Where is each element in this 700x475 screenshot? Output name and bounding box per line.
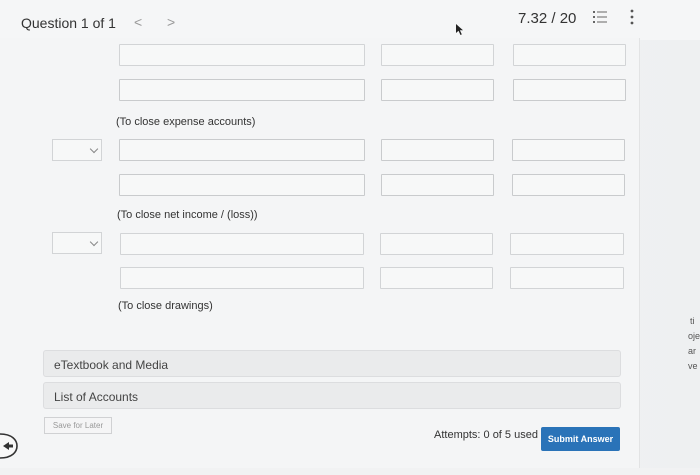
question-header: Question 1 of 1 < > 7.32 / 20 [0, 0, 700, 40]
credit-input[interactable] [513, 79, 626, 101]
date-select[interactable] [52, 139, 102, 161]
score-display: 7.32 / 20 [518, 10, 577, 27]
debit-input[interactable] [381, 79, 494, 101]
page: Question 1 of 1 < > 7.32 / 20 (To close … [0, 0, 700, 475]
chevron-down-icon [89, 144, 99, 154]
submit-answer-button[interactable]: Submit Answer [541, 427, 620, 451]
save-for-later-button[interactable]: Save for Later [44, 417, 112, 434]
account-input[interactable] [119, 139, 365, 161]
credit-input[interactable] [510, 233, 624, 255]
account-input[interactable] [120, 267, 364, 289]
attempts-counter: Attempts: 0 of 5 used [434, 429, 538, 441]
clipped-text-fragment: ti [690, 316, 695, 326]
etextbook-media-link[interactable]: eTextbook and Media [43, 350, 621, 377]
debit-input[interactable] [381, 139, 494, 161]
entry-explanation: (To close net income / (loss)) [117, 209, 258, 221]
entry-explanation: (To close drawings) [118, 300, 213, 312]
next-question-icon[interactable]: > [167, 14, 175, 30]
bottom-bar [0, 468, 700, 475]
account-input[interactable] [119, 174, 365, 196]
credit-input[interactable] [510, 267, 624, 289]
debit-input[interactable] [380, 267, 493, 289]
journal-entry-panel: (To close expense accounts) (To close ne… [0, 38, 640, 468]
entry-explanation: (To close expense accounts) [116, 116, 256, 128]
account-input[interactable] [120, 233, 364, 255]
debit-input[interactable] [380, 233, 493, 255]
list-icon[interactable] [593, 10, 607, 24]
account-input[interactable] [119, 79, 365, 101]
etextbook-media-label: eTextbook and Media [54, 358, 169, 372]
mouse-cursor-icon [456, 24, 463, 35]
clipped-text-fragment: oje [688, 331, 700, 341]
list-of-accounts-label: List of Accounts [54, 390, 139, 404]
back-arrow-icon[interactable] [0, 432, 18, 460]
more-vertical-icon[interactable] [630, 9, 634, 25]
list-of-accounts-link[interactable]: List of Accounts [43, 382, 621, 409]
credit-input[interactable] [512, 174, 625, 196]
clipped-text-fragment: ar [688, 346, 697, 356]
chevron-down-icon [89, 237, 99, 247]
date-select[interactable] [52, 232, 102, 254]
previous-question-icon[interactable]: < [134, 14, 142, 30]
question-counter: Question 1 of 1 [21, 15, 116, 31]
debit-input[interactable] [381, 44, 494, 66]
account-input[interactable] [119, 44, 365, 66]
credit-input[interactable] [513, 44, 626, 66]
clipped-text-fragment: ve [688, 361, 698, 371]
debit-input[interactable] [381, 174, 494, 196]
credit-input[interactable] [512, 139, 625, 161]
